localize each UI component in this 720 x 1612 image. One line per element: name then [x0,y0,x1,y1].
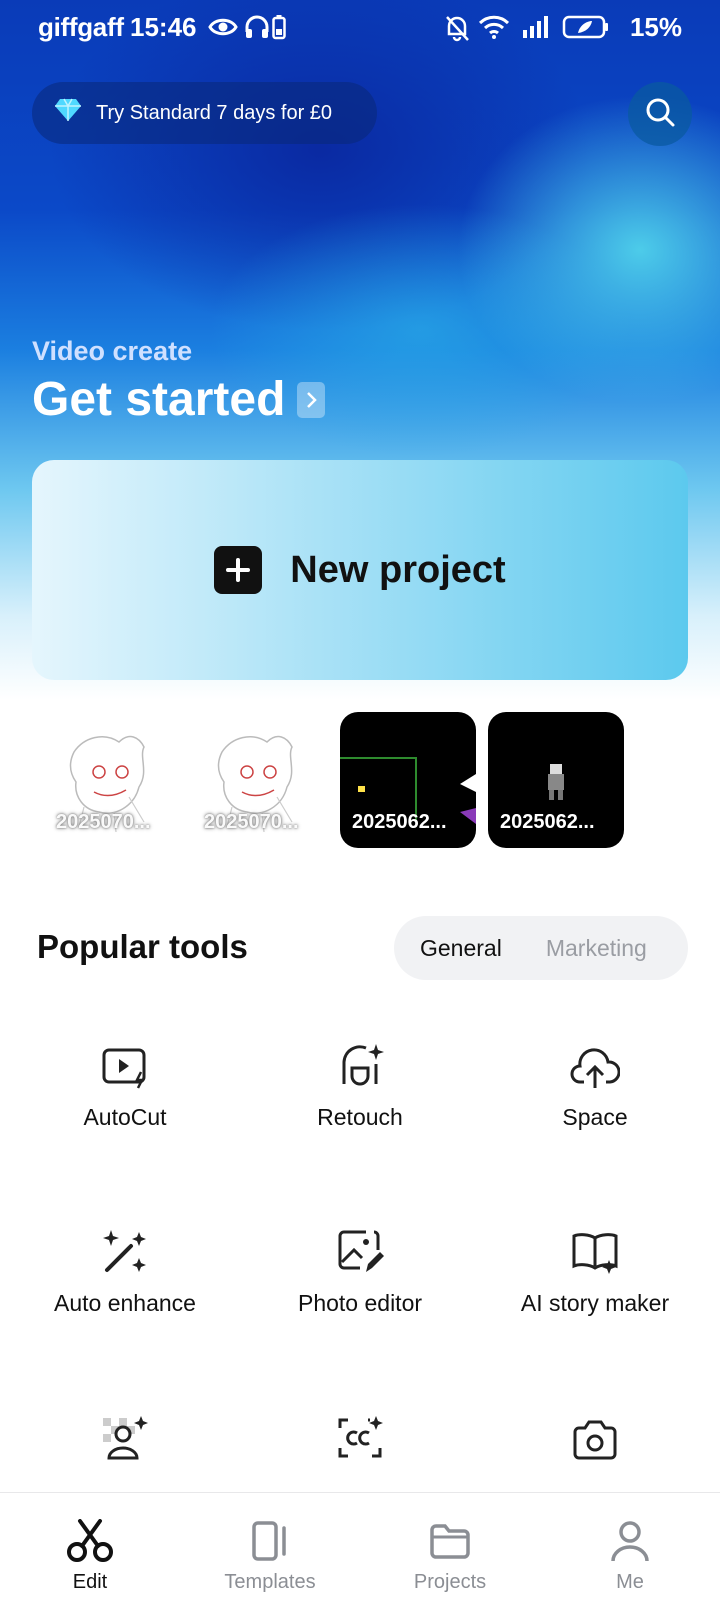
tool-auto-enhance[interactable]: Auto enhance [8,1216,242,1317]
get-started-link[interactable]: Get started [32,372,326,427]
recent-project-thumbnail[interactable]: 2025062... [488,712,624,848]
headphones-icon [244,14,270,45]
magic-wand-icon [8,1216,242,1276]
battery-small-icon [272,14,286,45]
bottom-navigation: Edit Templates Projects Me [0,1492,720,1612]
tool-autocut[interactable]: AutoCut [8,1030,242,1131]
camera-icon [478,1402,712,1462]
status-bar: giffgaff 15:46 15% [0,0,720,56]
new-project-button[interactable]: New project [32,460,688,680]
clock: 15:46 [130,12,197,42]
plus-icon [214,546,263,594]
book-sparkle-icon [478,1216,712,1276]
tools-category-tabs: General Marketing [394,916,688,980]
diamond-icon [54,98,82,128]
tool-label: Retouch [317,1104,403,1130]
tool-label: Space [562,1104,628,1130]
tool-label: Photo editor [297,1290,423,1316]
tool-auto-captions[interactable] [243,1402,477,1462]
search-icon [644,96,676,133]
nav-label: Templates [224,1571,316,1593]
promo-trial-button[interactable]: Try Standard 7 days for £0 [32,82,377,144]
bell-muted-icon [444,14,470,47]
page-title: Get started [32,373,286,426]
signal-icon [522,14,552,45]
cloud-upload-icon [478,1030,712,1090]
recent-project-thumbnail[interactable]: 2025070... [44,712,180,848]
recent-project-thumbnail[interactable]: 2025062... [340,712,476,848]
tool-label: Auto enhance [54,1290,196,1316]
nav-projects[interactable]: Projects [380,1517,520,1594]
nav-edit[interactable]: Edit [20,1517,160,1594]
carrier-name: giffgaff [38,12,124,42]
eye-icon [208,14,238,45]
battery-saver-icon [562,14,610,45]
tab-marketing[interactable]: Marketing [546,935,647,962]
recent-projects-row: 2025070... 2025070... 2025062... 2025062… [44,712,684,850]
nav-label: Edit [72,1571,108,1593]
scissors-icon [20,1517,160,1565]
nav-templates[interactable]: Templates [200,1517,340,1594]
auto-captions-icon [243,1402,477,1462]
nav-label: Me [616,1571,644,1593]
tool-camera[interactable] [478,1402,712,1462]
new-project-label: New project [290,548,506,591]
tool-ai-story-maker[interactable]: AI story maker [478,1216,712,1317]
section-subtitle: Video create [32,336,193,366]
person-icon [560,1517,700,1565]
popular-tools-heading: Popular tools [37,928,248,965]
nav-label: Projects [413,1571,487,1593]
wifi-icon [478,14,510,45]
remove-background-icon [8,1402,242,1462]
photo-edit-icon [243,1216,477,1276]
battery-percentage: 15% [629,12,682,42]
recent-project-label: 2025062... [352,811,447,833]
tab-general[interactable]: General [420,935,502,962]
promo-label: Try Standard 7 days for £0 [96,101,333,124]
recent-project-label: 2025070... [56,811,151,833]
nav-me[interactable]: Me [560,1517,700,1594]
retouch-icon [243,1030,477,1090]
tool-retouch[interactable]: Retouch [243,1030,477,1131]
autocut-icon [8,1030,242,1090]
tool-remove-background[interactable] [8,1402,242,1462]
tool-label: AI story maker [520,1290,670,1316]
chevron-right-icon [297,381,326,418]
tool-photo-editor[interactable]: Photo editor [243,1216,477,1317]
folder-icon [380,1517,520,1565]
recent-project-label: 2025070... [204,811,299,833]
search-button[interactable] [628,82,692,146]
recent-project-label: 2025062... [500,811,595,833]
templates-icon [200,1517,340,1565]
tool-label: AutoCut [83,1104,167,1130]
tool-space[interactable]: Space [478,1030,712,1131]
recent-project-thumbnail[interactable]: 2025070... [192,712,328,848]
